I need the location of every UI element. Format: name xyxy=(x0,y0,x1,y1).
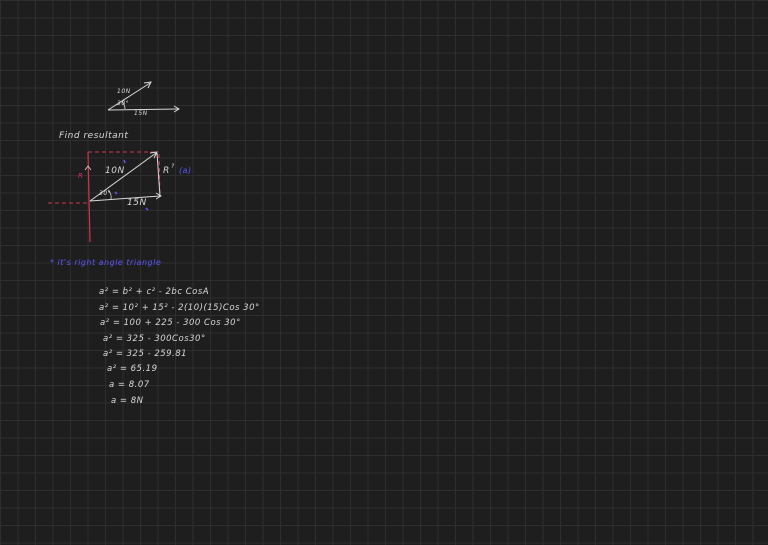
equation-line-3: a² = 100 + 225 - 300 Cos 30° xyxy=(100,318,241,328)
equation-line-6: a² = 65.19 xyxy=(107,364,158,374)
main-label-r-sup: ? xyxy=(171,163,175,170)
equation-line-2: a² = 10² + 15² - 2(10)(15)Cos 30° xyxy=(99,303,260,313)
note-right-angle: * it's right angle triangle xyxy=(50,258,162,267)
main-label-red-r: R xyxy=(78,172,84,180)
resultant-side xyxy=(156,152,161,197)
blue-mark-angle xyxy=(114,191,118,195)
whiteboard-canvas[interactable]: 10N 30° 15N Find resultant R 10N 30° 15N… xyxy=(0,0,768,545)
blue-mark-b xyxy=(123,159,126,164)
equation-line-8: a = 8N xyxy=(111,396,144,406)
main-label-a: (a) xyxy=(179,166,192,175)
blue-mark-c xyxy=(145,207,149,211)
equation-line-7: a = 8.07 xyxy=(109,380,150,390)
main-label-r: R xyxy=(163,166,170,176)
main-label-15n: 15N xyxy=(127,198,147,208)
equation-line-5: a² = 325 - 259.81 xyxy=(103,349,188,359)
red-vertical-axis xyxy=(87,151,91,243)
main-vector-diagram xyxy=(48,151,162,243)
equation-line-1: a² = b² + c² - 2bc CosA xyxy=(99,287,210,297)
equation-line-4: a² = 325 - 300Cos30° xyxy=(103,334,206,344)
main-label-30: 30° xyxy=(99,190,112,197)
main-label-10n: 10N xyxy=(105,166,125,176)
